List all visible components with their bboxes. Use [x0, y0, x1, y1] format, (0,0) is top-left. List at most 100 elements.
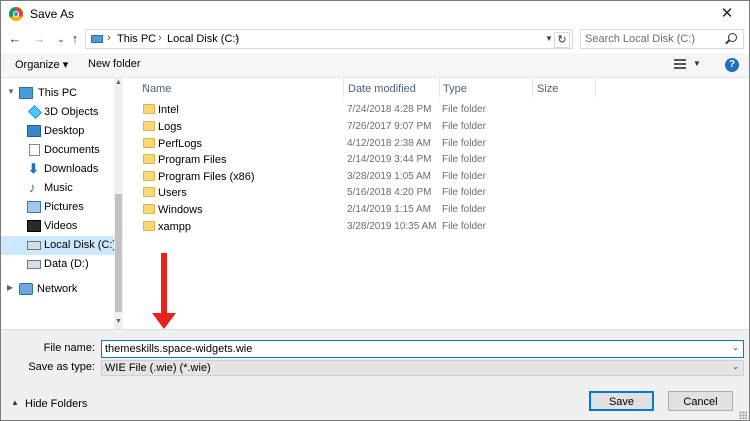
sidebar-item-downloads[interactable]: ⬇ Downloads	[1, 160, 114, 179]
column-header-type[interactable]: Type	[439, 78, 534, 98]
file-name-input[interactable]	[105, 342, 715, 356]
file-name: xampp	[158, 221, 192, 233]
address-row: ← → ⌄ ↑ › This PC › Local Disk (C:) › ▼ …	[1, 28, 749, 52]
back-arrow-icon[interactable]: ←	[7, 31, 23, 47]
search-box[interactable]	[580, 29, 744, 49]
table-row[interactable]: Program Files (x86) 3/28/2019 1:05 AM Fi…	[132, 169, 602, 185]
address-dropdown-icon[interactable]: ▼	[545, 34, 553, 43]
scrollbar-thumb[interactable]	[115, 194, 122, 312]
title-bar: Save As ✕	[1, 1, 749, 27]
folder-icon	[143, 187, 155, 197]
save-as-type-select[interactable]: WIE File (.wie) (*.wie) ⌄	[101, 360, 744, 376]
file-date: 7/24/2018 4:28 PM	[347, 104, 432, 115]
table-row[interactable]: Intel 7/24/2018 4:28 PM File folder	[132, 102, 602, 118]
folder-icon	[143, 171, 155, 181]
file-type: File folder	[442, 121, 486, 132]
folder-icon	[143, 154, 155, 164]
column-header-name[interactable]: Name ⌃	[132, 78, 344, 98]
table-row[interactable]: Logs 7/26/2017 9:07 PM File folder	[132, 119, 602, 135]
organize-menu-button[interactable]: Organize ▾	[15, 58, 68, 71]
table-row[interactable]: Windows 2/14/2019 1:15 AM File folder	[132, 202, 602, 218]
sidebar-item-documents[interactable]: Documents	[1, 141, 114, 160]
cancel-button[interactable]: Cancel	[668, 391, 733, 411]
navigation-scrollbar[interactable]: ▲ ▼	[114, 78, 123, 329]
file-name-combobox[interactable]: ⌄	[101, 340, 744, 358]
folder-icon	[143, 221, 155, 231]
address-bar[interactable]: › This PC › Local Disk (C:) › ▼	[85, 29, 573, 49]
table-row[interactable]: xampp 3/28/2019 10:35 AM File folder	[132, 219, 602, 235]
folder-icon	[143, 121, 155, 131]
search-icon[interactable]	[728, 33, 737, 42]
scroll-up-icon[interactable]: ▲	[114, 79, 123, 86]
sidebar-item-label: Local Disk (C:)	[44, 239, 117, 251]
sidebar-item-3d-objects[interactable]: 3D Objects	[1, 103, 114, 122]
help-icon[interactable]: ?	[725, 58, 739, 72]
file-name: PerfLogs	[158, 138, 203, 150]
folder-icon	[143, 104, 155, 114]
search-input[interactable]	[585, 32, 721, 46]
sidebar-item-label: 3D Objects	[44, 106, 99, 118]
view-options-icon[interactable]	[674, 59, 686, 69]
expand-chevron-icon[interactable]: ▼	[7, 87, 15, 96]
file-date: 2/14/2019 1:15 AM	[347, 204, 431, 215]
desktop-icon	[27, 125, 41, 137]
sidebar-item-data-d[interactable]: Data (D:)	[1, 255, 114, 274]
file-type: File folder	[442, 171, 486, 182]
save-as-type-label: Save as type:	[28, 361, 95, 373]
column-divider[interactable]	[595, 78, 596, 98]
chevron-down-icon[interactable]: ⌄	[732, 362, 739, 371]
file-type: File folder	[442, 154, 486, 165]
this-pc-mini-icon	[91, 35, 103, 43]
breadcrumb-separator[interactable]: ›	[107, 32, 111, 44]
sidebar-item-music[interactable]: ♪ Music	[1, 179, 114, 198]
table-row[interactable]: PerfLogs 4/12/2018 2:38 AM File folder	[132, 136, 602, 152]
sidebar-item-local-disk-c[interactable]: Local Disk (C:)	[1, 236, 117, 255]
save-as-type-value: WIE File (.wie) (*.wie)	[105, 362, 211, 374]
command-bar: Organize ▾ New folder ▼ ?	[1, 53, 749, 78]
scroll-down-icon[interactable]: ▼	[114, 318, 123, 325]
chevron-down-icon[interactable]: ⌄	[732, 343, 739, 352]
file-date: 5/16/2018 4:20 PM	[347, 187, 432, 198]
sidebar-item-label: Network	[37, 283, 78, 295]
breadcrumb-separator[interactable]: ›	[235, 32, 239, 44]
table-row[interactable]: Users 5/16/2018 4:20 PM File folder	[132, 185, 602, 201]
file-date: 7/26/2017 9:07 PM	[347, 121, 432, 132]
file-type: File folder	[442, 187, 486, 198]
new-folder-button[interactable]: New folder	[88, 58, 141, 70]
sidebar-item-label: Desktop	[44, 125, 85, 137]
view-dropdown-icon[interactable]: ▼	[693, 59, 701, 68]
chrome-icon	[9, 7, 23, 21]
collapse-caret-icon: ▲	[11, 398, 19, 407]
folder-icon	[143, 138, 155, 148]
annotation-arrow-shaft	[161, 253, 167, 317]
sidebar-item-this-pc[interactable]: ▼ This PC	[1, 84, 114, 103]
file-name: Users	[158, 187, 187, 199]
forward-arrow-icon[interactable]: →	[31, 31, 47, 47]
window-title: Save As	[30, 7, 75, 21]
breadcrumb-local-disk[interactable]: Local Disk (C:)	[167, 33, 239, 45]
close-button[interactable]: ✕	[705, 1, 749, 27]
table-row[interactable]: Program Files 2/14/2019 3:44 PM File fol…	[132, 152, 602, 168]
sidebar-item-label: Videos	[44, 220, 78, 232]
column-header-size[interactable]: Size	[532, 78, 597, 98]
column-header-date-modified[interactable]: Date modified	[344, 78, 439, 98]
resize-grip-icon[interactable]	[739, 411, 747, 419]
file-type: File folder	[442, 221, 486, 232]
breadcrumb-separator[interactable]: ›	[158, 32, 162, 44]
up-arrow-icon[interactable]: ↑	[67, 31, 83, 47]
sidebar-item-pictures[interactable]: Pictures	[1, 198, 114, 217]
sidebar-item-desktop[interactable]: Desktop	[1, 122, 114, 141]
sidebar-item-label: Documents	[44, 144, 100, 156]
folder-icon	[143, 204, 155, 214]
data-disk-icon	[27, 260, 41, 269]
save-button[interactable]: Save	[589, 391, 654, 411]
network-icon	[19, 283, 33, 295]
sidebar-item-network[interactable]: ▶ Network	[1, 280, 114, 299]
breadcrumb-this-pc[interactable]: This PC	[117, 33, 156, 45]
sidebar-item-videos[interactable]: Videos	[1, 217, 114, 236]
expand-chevron-icon[interactable]: ▶	[7, 283, 13, 292]
refresh-icon[interactable]: ↻	[554, 32, 570, 48]
file-date: 3/28/2019 1:05 AM	[347, 171, 431, 182]
3d-objects-icon	[28, 105, 42, 119]
file-name: Program Files (x86)	[158, 171, 255, 183]
